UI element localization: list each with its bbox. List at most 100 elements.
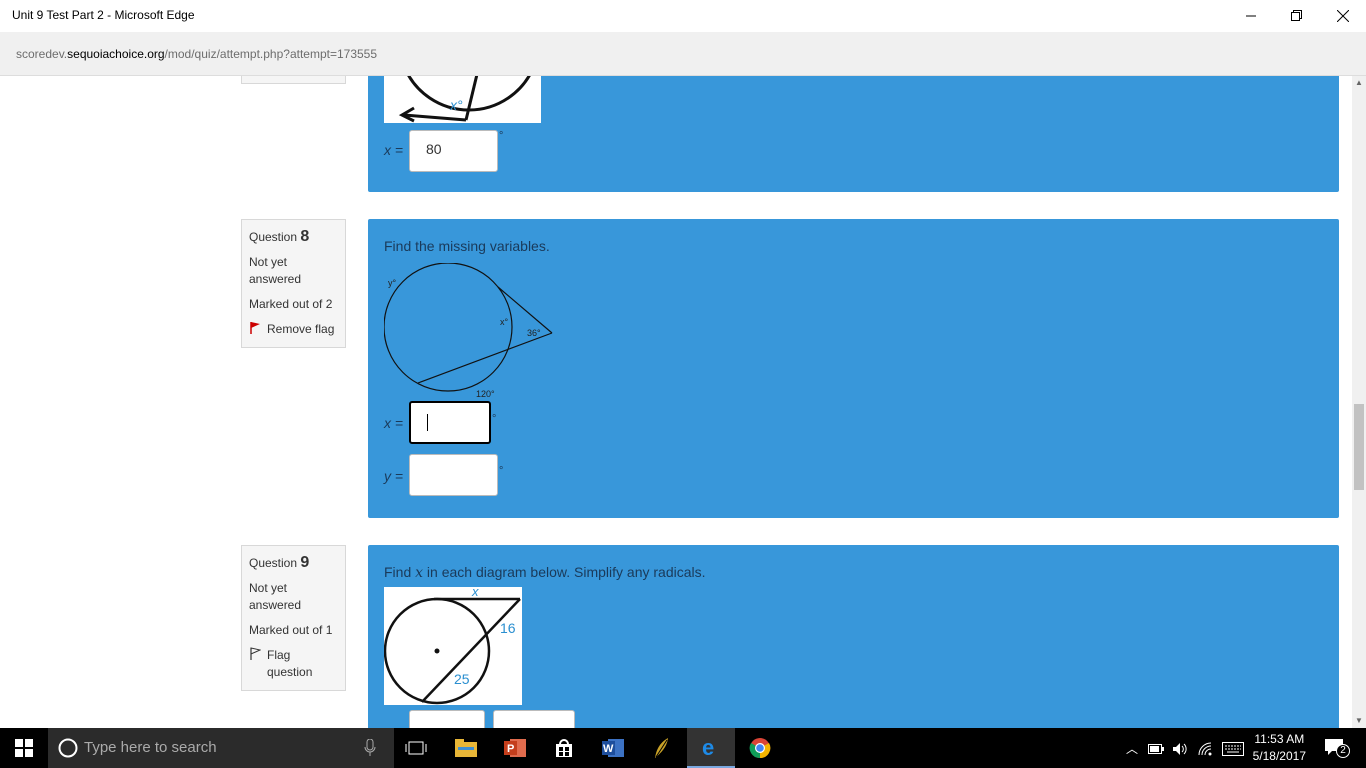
minimize-button[interactable] [1228,0,1274,32]
search-placeholder: Type here to search [84,739,217,756]
url-text[interactable]: scoredev.sequoiachoice.org/mod/quiz/atte… [16,47,377,61]
close-icon [1337,10,1349,22]
q8-flag-label: Remove flag [267,322,335,336]
q9-input-1[interactable] [409,710,485,728]
q9-status: Not yet answered [249,581,302,612]
volume-icon[interactable] [1172,742,1188,756]
q8-status: Not yet answered [249,255,302,286]
vertical-scrollbar[interactable]: ▲ ▼ [1352,76,1366,728]
chevron-up-icon[interactable]: ︿ [1126,740,1138,757]
q8-fig-angle: 36° [527,328,541,338]
q9-figure: x 16 25 [383,584,522,705]
q8-fig-arc: 120° [476,389,495,398]
q9-marks: Marked out of 1 [249,623,333,637]
q8-remove-flag[interactable]: Remove flag [249,321,338,338]
svg-text:e: e [702,736,714,758]
q8-diagram: y° x° 36° 120° [383,262,553,399]
q8-fig-x: x° [500,317,509,327]
q7-degree: ° [499,130,504,142]
word-icon: W [602,739,624,757]
window-title: Unit 9 Test Part 2 - Microsoft Edge [12,8,195,22]
q7-diagram: x° [398,76,531,123]
q9-diagram: x 16 25 [383,584,521,705]
windows-icon [15,739,33,757]
scroll-up-icon[interactable]: ▲ [1355,78,1363,87]
svg-text:W: W [603,743,614,755]
powerpoint-icon: P [504,739,526,757]
page-content: x° x = 80 ° Question 8 Not yet answered … [0,76,1352,728]
q7-fig-label: x° [449,97,463,113]
folder-icon [455,739,477,757]
search-box[interactable]: Type here to search [48,728,394,768]
edge-button[interactable]: e [687,728,735,768]
title-bar: Unit 9 Test Part 2 - Microsoft Edge [0,0,1366,32]
q8-x-degree: ° [492,413,497,425]
question-9-info: Question 9 Not yet answered Marked out o… [241,545,346,691]
action-center-button[interactable]: 2 [1318,736,1350,760]
flag-icon [250,322,260,334]
question-8-info: Question 8 Not yet answered Marked out o… [241,219,346,348]
q9-flag-question[interactable]: Flag question [249,647,338,681]
notification-badge: 2 [1336,744,1350,758]
chrome-button[interactable] [736,728,784,768]
taskbar: Type here to search P W e ︿ 11:53 AM 5/1… [0,728,1366,768]
start-button[interactable] [0,728,48,768]
feather-app-button[interactable] [638,728,686,768]
question-9-panel: Find x in each diagram below. Simplify a… [368,545,1339,728]
clock-date: 5/18/2017 [1252,749,1306,763]
wifi-icon[interactable] [1198,742,1214,756]
url-domain: sequoiachoice.org [67,47,165,61]
q8-x-input[interactable] [409,401,491,444]
url-prefix: scoredev. [16,47,68,61]
question-8-panel: Find the missing variables. y° x° 36° 12… [368,219,1339,518]
q8-marks: Marked out of 2 [249,297,333,311]
q9-input-2[interactable] [493,710,575,728]
scroll-thumb[interactable] [1354,404,1364,490]
keyboard-icon[interactable] [1222,742,1244,756]
q9-flag-label: Flag question [267,648,313,679]
cortana-icon [58,738,78,758]
restore-button[interactable] [1274,0,1320,32]
question-7-panel: x° x = 80 ° [368,76,1339,192]
q8-y-label: y = [384,468,404,484]
battery-icon[interactable] [1148,743,1164,755]
svg-text:P: P [507,743,514,755]
task-view-button[interactable] [392,728,440,768]
chrome-icon [749,738,771,759]
file-explorer-button[interactable] [442,728,490,768]
question-7-info [241,76,346,84]
q8-x-label: x = [384,415,404,431]
q9-fig-25: 25 [454,671,470,687]
clock[interactable]: 11:53 AM 5/18/2017 [1253,731,1306,765]
q8-number: Question 8 [249,228,310,245]
q8-figure: y° x° 36° 120° [383,262,554,399]
microphone-icon[interactable] [364,739,376,757]
word-button[interactable]: W [589,728,637,768]
scroll-down-icon[interactable]: ▼ [1355,716,1363,725]
q9-text: Find x in each diagram below. Simplify a… [384,564,706,581]
task-view-icon [405,741,427,755]
q7-figure: x° [384,76,541,123]
store-icon [556,739,572,757]
q8-y-degree: ° [499,465,504,477]
q8-fig-y: y° [388,278,397,288]
url-path: /mod/quiz/attempt.php?attempt=173555 [164,47,378,61]
text-cursor [427,413,428,431]
store-button[interactable] [540,728,588,768]
flag-outline-icon [250,647,261,660]
q9-fig-16: 16 [500,620,516,636]
clock-time: 11:53 AM [1254,732,1305,746]
close-button[interactable] [1320,0,1366,32]
powerpoint-button[interactable]: P [491,728,539,768]
q8-text: Find the missing variables. [384,238,550,254]
q9-number: Question 9 [249,554,310,571]
address-bar[interactable]: scoredev.sequoiachoice.org/mod/quiz/atte… [0,32,1366,76]
edge-icon: e [702,736,714,758]
q9-fig-x: x [471,587,479,599]
q7-x-label: x = [384,142,404,158]
q8-y-input[interactable] [409,454,498,496]
feather-icon [655,738,668,758]
minimize-icon [1246,15,1256,17]
q7-x-input[interactable]: 80 [409,130,498,172]
restore-icon [1291,10,1302,21]
